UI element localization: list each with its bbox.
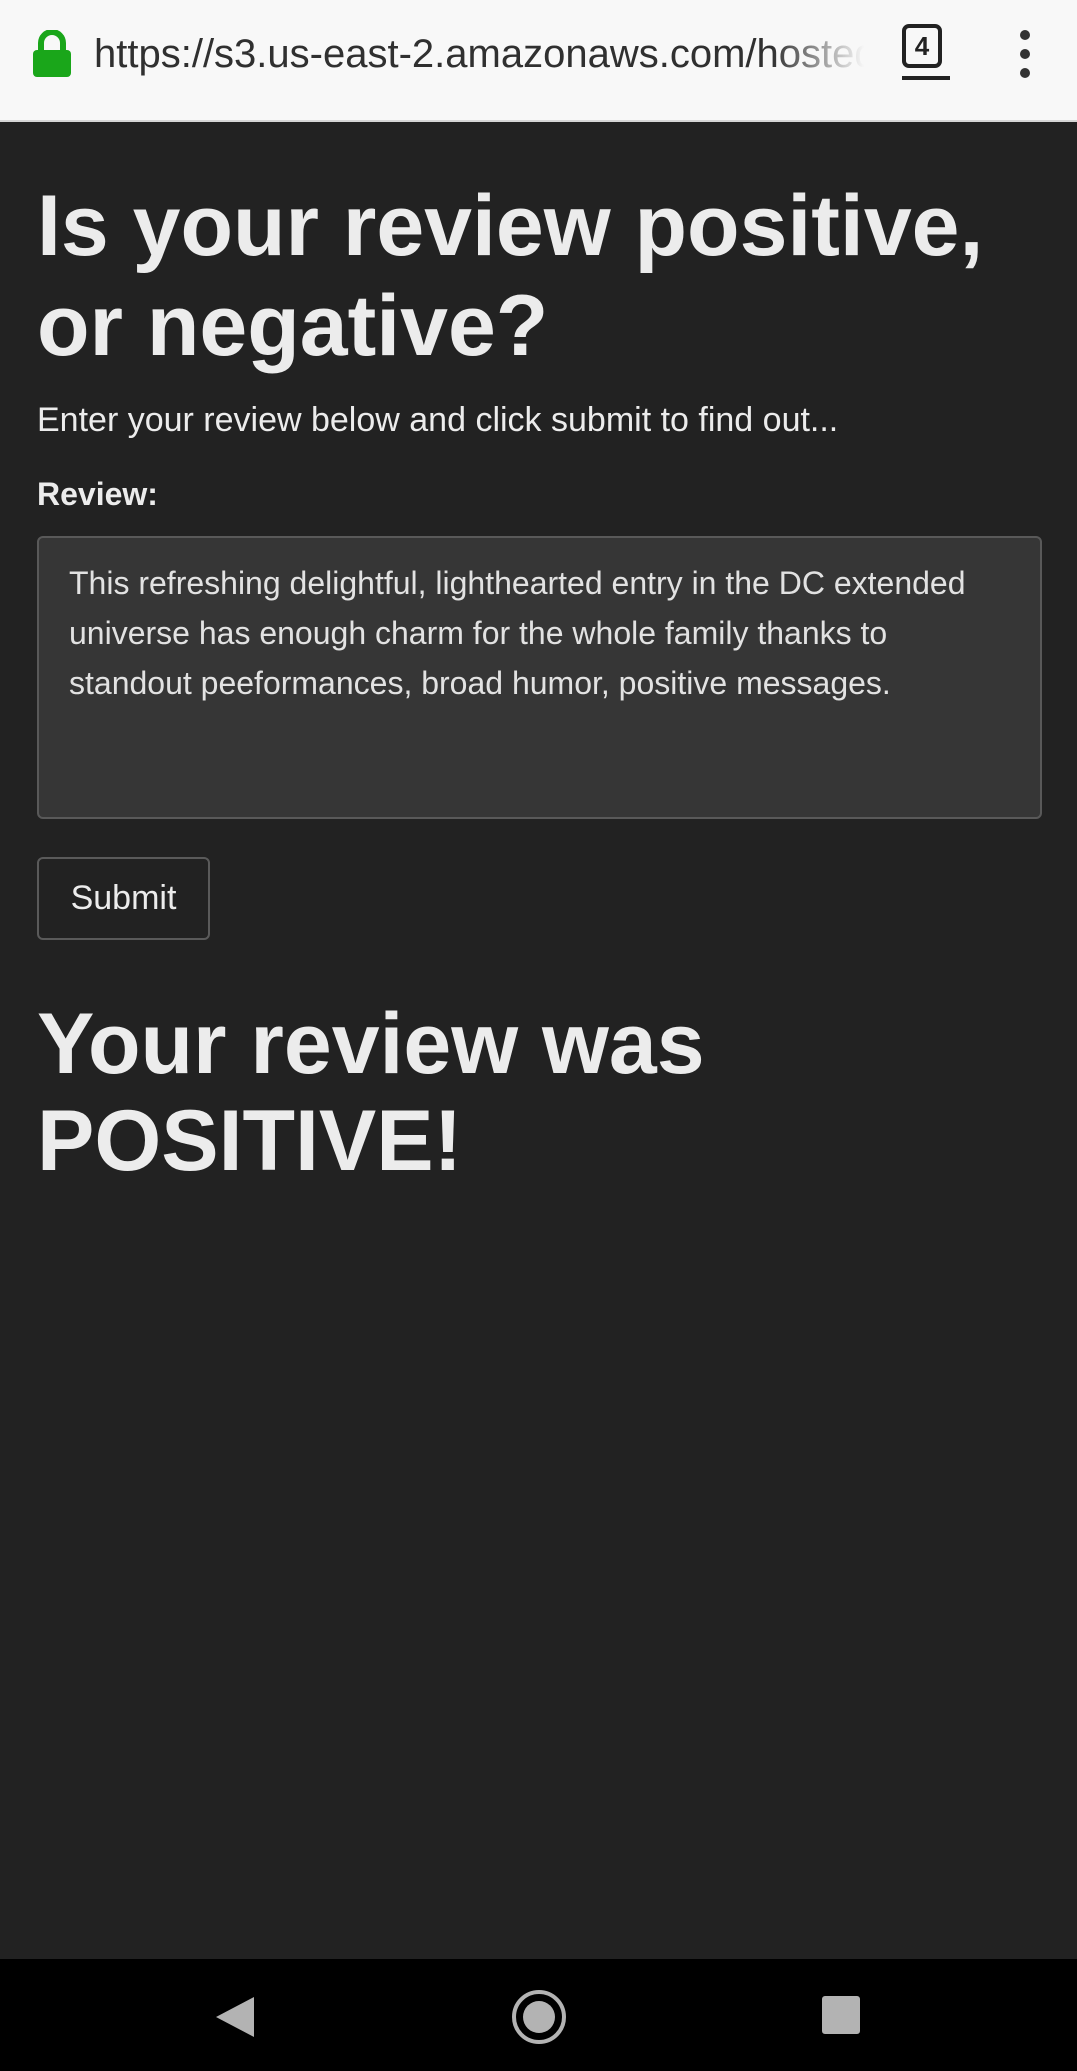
review-label: Review: [37,476,158,512]
overflow-menu-icon[interactable] [1004,24,1044,84]
system-navigation-bar [0,1959,1077,2071]
result-heading: Your review was POSITIVE! [37,996,705,1189]
lock-icon [33,30,71,77]
tab-count: 4 [902,24,942,68]
tab-switcher-button[interactable]: 4 [898,22,954,82]
address-bar[interactable]: https://s3.us-east-2.amazonaws.com/hoste… [94,30,864,78]
home-icon[interactable] [511,1989,567,2045]
page-subtitle: Enter your review below and click submit… [37,401,839,439]
menu-dot [1020,49,1030,59]
recents-icon[interactable] [822,1996,860,2034]
tab-switcher-underline [902,76,950,80]
menu-dot [1020,68,1030,78]
submit-button[interactable]: Submit [37,857,210,940]
page-title: Is your review positive, or negative? [37,178,984,374]
review-textarea[interactable]: This refreshing delightful, lighthearted… [37,536,1042,819]
menu-dot [1020,30,1030,40]
back-icon[interactable] [214,1995,256,2039]
browser-toolbar: https://s3.us-east-2.amazonaws.com/hoste… [0,0,1077,122]
